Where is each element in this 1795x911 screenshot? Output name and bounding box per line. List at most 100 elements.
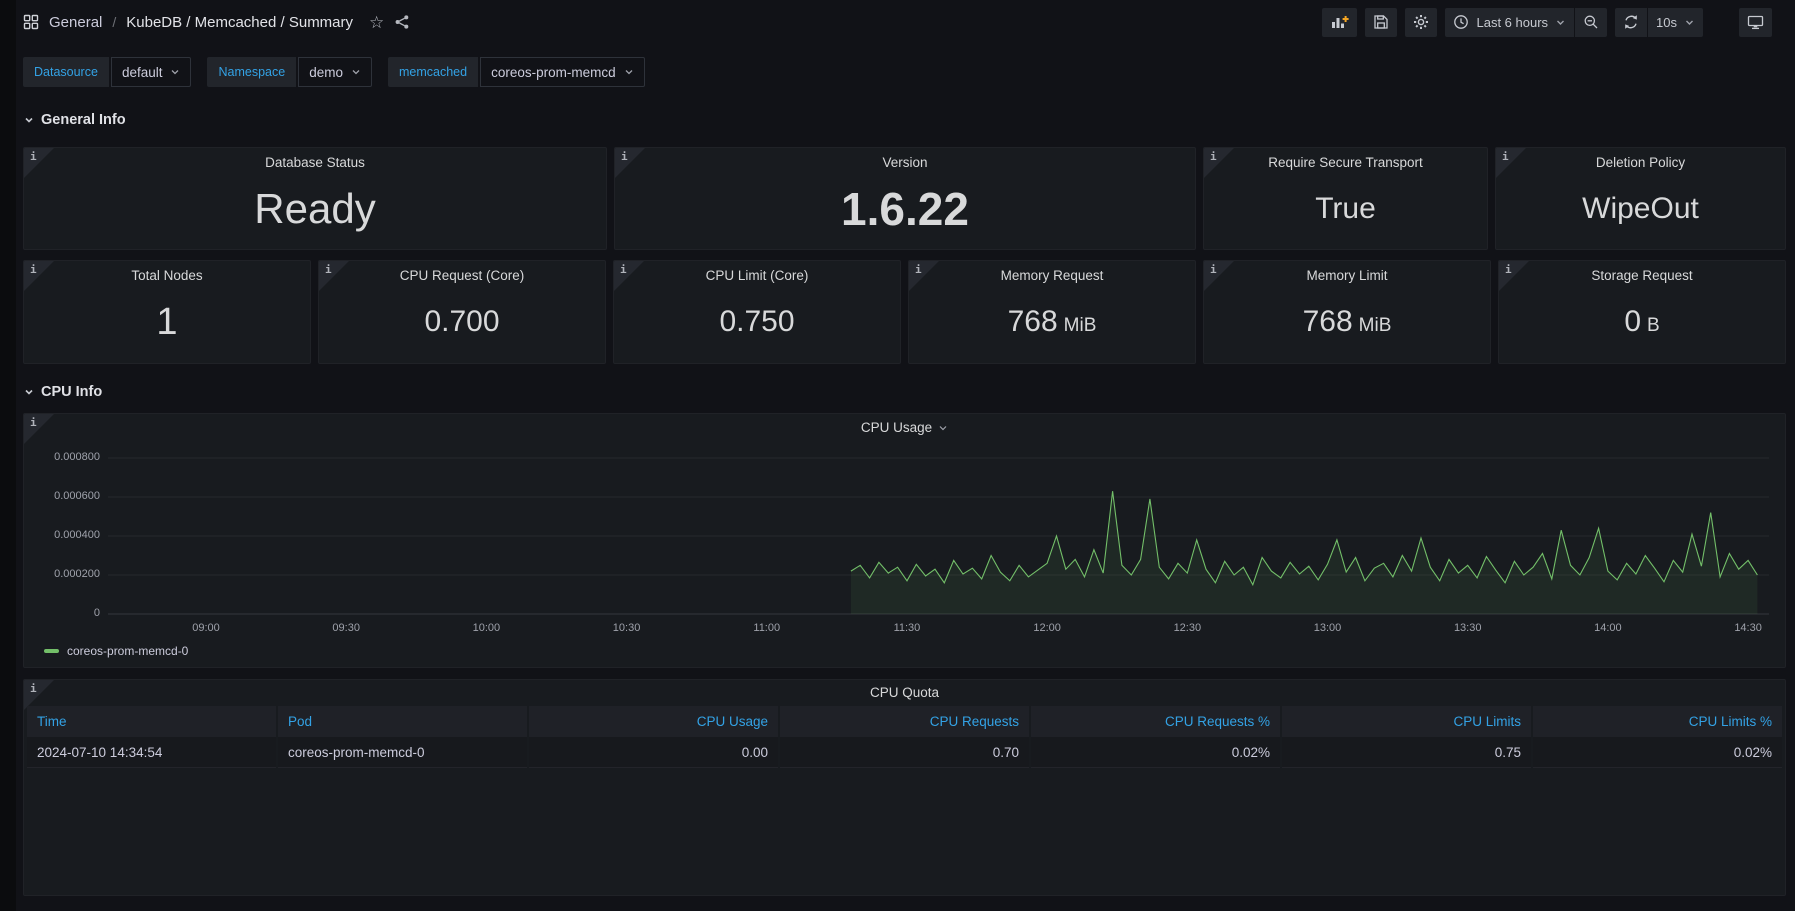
section-title: General Info — [41, 112, 126, 128]
section-cpu-info[interactable]: CPU Info — [23, 381, 1795, 403]
save-dashboard-button[interactable] — [1365, 8, 1397, 37]
x-tick-label: 10:00 — [464, 622, 508, 634]
cpu-usage-plot[interactable] — [108, 443, 1769, 615]
legend-series-label: coreos-prom-memcd-0 — [67, 644, 188, 658]
table-column-header[interactable]: CPU Requests — [780, 706, 1029, 737]
table-cell: 0.70 — [780, 737, 1029, 768]
add-panel-button[interactable] — [1322, 8, 1357, 37]
kiosk-tv-button[interactable] — [1739, 8, 1772, 37]
table-panel-title: CPU Quota — [24, 685, 1785, 700]
stat-panel-require-secure-transport: i Require Secure Transport True — [1203, 147, 1488, 250]
stat-panel-cpu-request: i CPU Request (Core) 0.700 — [318, 260, 606, 364]
stat-value: Ready — [24, 174, 606, 243]
chevron-down-icon — [1555, 17, 1566, 28]
table-column-header[interactable]: Time — [27, 706, 276, 737]
x-tick-label: 13:00 — [1306, 622, 1350, 634]
apps-grid-icon[interactable] — [23, 14, 39, 30]
stat-panel-database-status: i Database Status Ready — [23, 147, 607, 250]
x-tick-label: 09:00 — [184, 622, 228, 634]
table-body: 2024-07-10 14:34:54coreos-prom-memcd-00.… — [27, 737, 1782, 768]
section-collapse-icon — [23, 386, 35, 398]
table-column-header[interactable]: CPU Requests % — [1031, 706, 1280, 737]
y-tick-label: 0.000400 — [28, 529, 100, 541]
stat-title: CPU Limit (Core) — [614, 268, 900, 283]
time-range-label: Last 6 hours — [1476, 15, 1548, 30]
y-tick-label: 0.000600 — [28, 490, 100, 502]
stat-value: 1.6.22 — [615, 174, 1195, 243]
left-edge-strip — [0, 0, 16, 911]
section-collapse-icon — [23, 114, 35, 126]
breadcrumb-separator: / — [112, 14, 116, 30]
variable-memcached-select[interactable]: coreos-prom-memcd — [480, 57, 645, 87]
star-icon[interactable]: ☆ — [369, 14, 384, 31]
stat-title: Storage Request — [1499, 268, 1785, 283]
table-column-header[interactable]: CPU Limits — [1282, 706, 1531, 737]
variable-memcached: memcached coreos-prom-memcd — [388, 57, 645, 87]
stat-panel-storage-request: i Storage Request 0B — [1498, 260, 1786, 364]
chart-panel-title[interactable]: CPU Usage — [24, 420, 1785, 435]
stat-panel-memory-limit: i Memory Limit 768MiB — [1203, 260, 1491, 364]
chart-legend-item[interactable]: coreos-prom-memcd-0 — [44, 644, 188, 658]
stat-title: Require Secure Transport — [1204, 155, 1487, 170]
refresh-button[interactable] — [1615, 8, 1647, 37]
stat-title: Version — [615, 155, 1195, 170]
stat-value: 1 — [24, 287, 310, 357]
stat-title: CPU Request (Core) — [319, 268, 605, 283]
stat-value: 0B — [1499, 287, 1785, 357]
time-range-button[interactable]: Last 6 hours — [1445, 8, 1574, 37]
dashboard-settings-button[interactable] — [1405, 8, 1437, 37]
table-row: 2024-07-10 14:34:54coreos-prom-memcd-00.… — [27, 737, 1782, 768]
table-cell: coreos-prom-memcd-0 — [278, 737, 527, 768]
x-tick-label: 12:00 — [1025, 622, 1069, 634]
variables-bar: Datasource default Namespace demo memcac… — [23, 57, 1795, 87]
stat-value: 768MiB — [1204, 287, 1490, 357]
cpu-usage-chart-panel: i CPU Usage 0.0008000.0006000.0004000.00… — [23, 413, 1786, 668]
variable-datasource: Datasource default — [23, 57, 191, 87]
stat-title: Deletion Policy — [1496, 155, 1785, 170]
y-tick-label: 0 — [28, 607, 100, 619]
stat-value: 0.750 — [614, 287, 900, 357]
variable-datasource-select[interactable]: default — [111, 57, 192, 87]
x-tick-label: 13:30 — [1446, 622, 1490, 634]
stat-title: Memory Limit — [1204, 268, 1490, 283]
x-tick-label: 10:30 — [605, 622, 649, 634]
x-tick-label: 14:00 — [1586, 622, 1630, 634]
chevron-down-icon — [938, 423, 948, 433]
legend-color-swatch — [44, 649, 59, 653]
y-tick-label: 0.000800 — [28, 451, 100, 463]
share-icon[interactable] — [394, 14, 410, 30]
time-picker-group: Last 6 hours — [1445, 8, 1607, 37]
top-nav: General / KubeDB / Memcached / Summary ☆… — [0, 0, 1795, 44]
stat-value: WipeOut — [1496, 174, 1785, 243]
x-tick-label: 12:30 — [1165, 622, 1209, 634]
zoom-out-button[interactable] — [1575, 8, 1607, 37]
x-tick-label: 14:30 — [1726, 622, 1770, 634]
stat-panel-version: i Version 1.6.22 — [614, 147, 1196, 250]
stat-title: Memory Request — [909, 268, 1195, 283]
breadcrumb-dashboard-title[interactable]: KubeDB / Memcached / Summary — [126, 14, 353, 31]
stat-value: 0.700 — [319, 287, 605, 357]
table-column-header[interactable]: CPU Limits % — [1533, 706, 1782, 737]
chevron-down-icon — [351, 67, 361, 77]
variable-namespace: Namespace demo — [207, 57, 371, 87]
variable-namespace-select[interactable]: demo — [298, 57, 372, 87]
table-cell: 0.02% — [1031, 737, 1280, 768]
chevron-down-icon — [624, 67, 634, 77]
table-cell: 0.00 — [529, 737, 778, 768]
table-column-header[interactable]: Pod — [278, 706, 527, 737]
table-cell: 2024-07-10 14:34:54 — [27, 737, 276, 768]
x-tick-label: 11:30 — [885, 622, 929, 634]
variable-memcached-label: memcached — [388, 57, 478, 87]
y-tick-label: 0.000200 — [28, 568, 100, 580]
cpu-quota-table: TimePodCPU UsageCPU RequestsCPU Requests… — [25, 706, 1784, 768]
refresh-interval-button[interactable]: 10s — [1648, 8, 1703, 37]
table-cell: 0.02% — [1533, 737, 1782, 768]
table-column-header[interactable]: CPU Usage — [529, 706, 778, 737]
stat-panel-deletion-policy: i Deletion Policy WipeOut — [1495, 147, 1786, 250]
table-header-row: TimePodCPU UsageCPU RequestsCPU Requests… — [27, 706, 1782, 737]
breadcrumb-folder[interactable]: General — [49, 14, 102, 31]
stat-title: Total Nodes — [24, 268, 310, 283]
variable-datasource-label: Datasource — [23, 57, 109, 87]
section-title: CPU Info — [41, 384, 102, 400]
section-general-info[interactable]: General Info — [23, 109, 1795, 131]
